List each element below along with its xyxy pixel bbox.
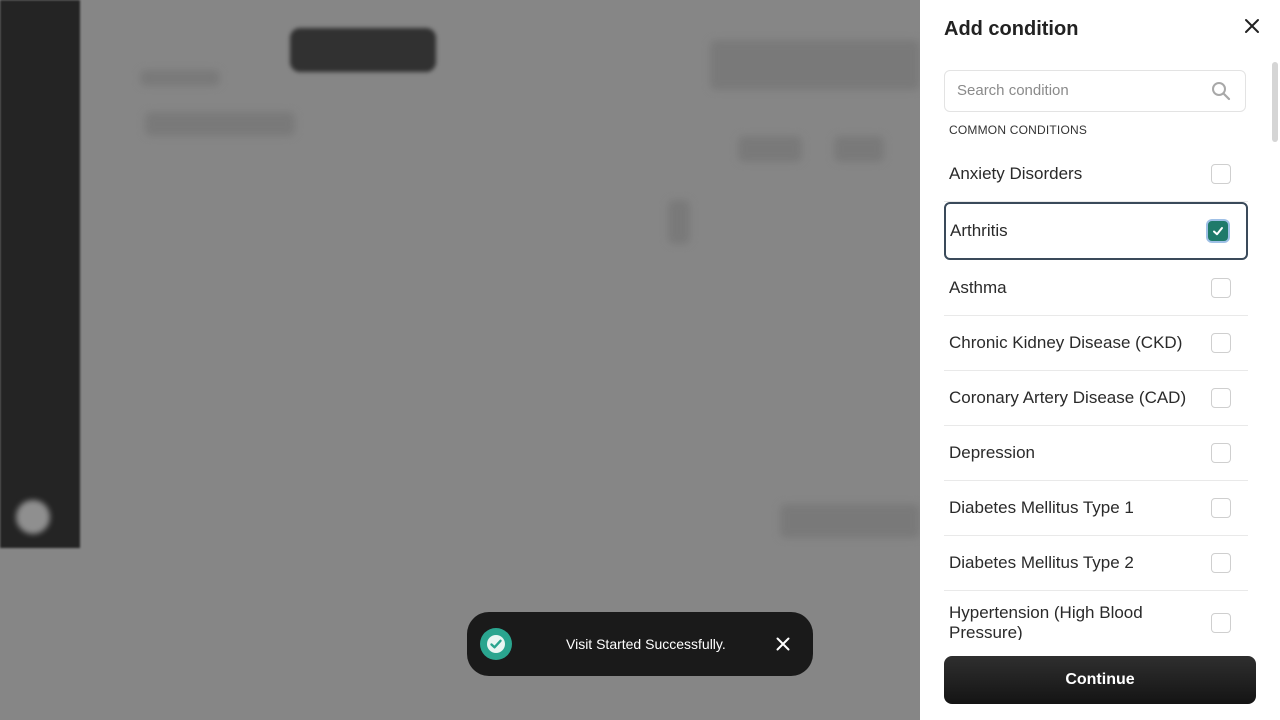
condition-item-diabetes-type-2[interactable]: Diabetes Mellitus Type 2	[944, 536, 1248, 591]
condition-label: Coronary Artery Disease (CAD)	[949, 388, 1187, 407]
search-field[interactable]	[944, 70, 1246, 112]
condition-checkbox[interactable]	[1211, 553, 1231, 573]
condition-label: Diabetes Mellitus Type 1	[949, 498, 1134, 517]
continue-button[interactable]: Continue	[944, 656, 1256, 704]
condition-checkbox[interactable]	[1211, 443, 1231, 463]
toast-close-button[interactable]	[773, 634, 793, 654]
condition-item-asthma[interactable]: Asthma	[944, 261, 1248, 316]
success-toast: Visit Started Successfully.	[467, 612, 813, 676]
condition-label: Chronic Kidney Disease (CKD)	[949, 333, 1183, 352]
condition-item-ckd[interactable]: Chronic Kidney Disease (CKD)	[944, 316, 1248, 371]
condition-checkbox[interactable]	[1211, 163, 1231, 184]
condition-checkbox[interactable]	[1211, 278, 1231, 298]
close-button[interactable]	[1238, 12, 1266, 40]
condition-checkbox[interactable]	[1211, 498, 1231, 518]
condition-label: Anxiety Disorders	[949, 163, 1083, 183]
condition-item-anxiety-disorders[interactable]: Anxiety Disorders	[944, 146, 1248, 202]
search-input[interactable]	[955, 81, 1209, 100]
close-icon	[1245, 19, 1259, 33]
condition-label: Hypertension (High Blood Pressure)	[949, 603, 1143, 640]
add-condition-drawer: Add condition COMMON CONDITIONS Anxiety …	[920, 0, 1280, 720]
condition-label: Arthritis	[950, 221, 1008, 240]
condition-label: Depression	[949, 443, 1035, 462]
condition-item-cad[interactable]: Coronary Artery Disease (CAD)	[944, 371, 1248, 426]
condition-checkbox[interactable]	[1208, 221, 1228, 241]
toast-message: Visit Started Successfully.	[566, 636, 726, 652]
check-icon	[1213, 227, 1223, 236]
condition-checkbox[interactable]	[1211, 333, 1231, 353]
condition-item-arthritis[interactable]: Arthritis	[944, 202, 1248, 260]
condition-checkbox[interactable]	[1211, 613, 1231, 633]
drawer-title: Add condition	[944, 18, 1079, 40]
close-icon	[776, 637, 790, 651]
condition-checkbox[interactable]	[1211, 388, 1231, 408]
search-icon[interactable]	[1211, 81, 1231, 101]
drawer-footer: Continue	[920, 640, 1280, 720]
condition-item-hypertension[interactable]: Hypertension (High Blood Pressure)	[944, 591, 1248, 640]
condition-item-diabetes-type-1[interactable]: Diabetes Mellitus Type 1	[944, 481, 1248, 536]
scrollbar[interactable]	[1272, 62, 1278, 142]
condition-list: Anxiety Disorders Arthritis Asthma Chron…	[944, 146, 1248, 640]
success-check-icon	[480, 628, 512, 660]
condition-item-depression[interactable]: Depression	[944, 426, 1248, 481]
condition-label: Asthma	[949, 278, 1007, 297]
section-label: COMMON CONDITIONS	[949, 123, 1088, 137]
condition-label: Diabetes Mellitus Type 2	[949, 553, 1134, 572]
